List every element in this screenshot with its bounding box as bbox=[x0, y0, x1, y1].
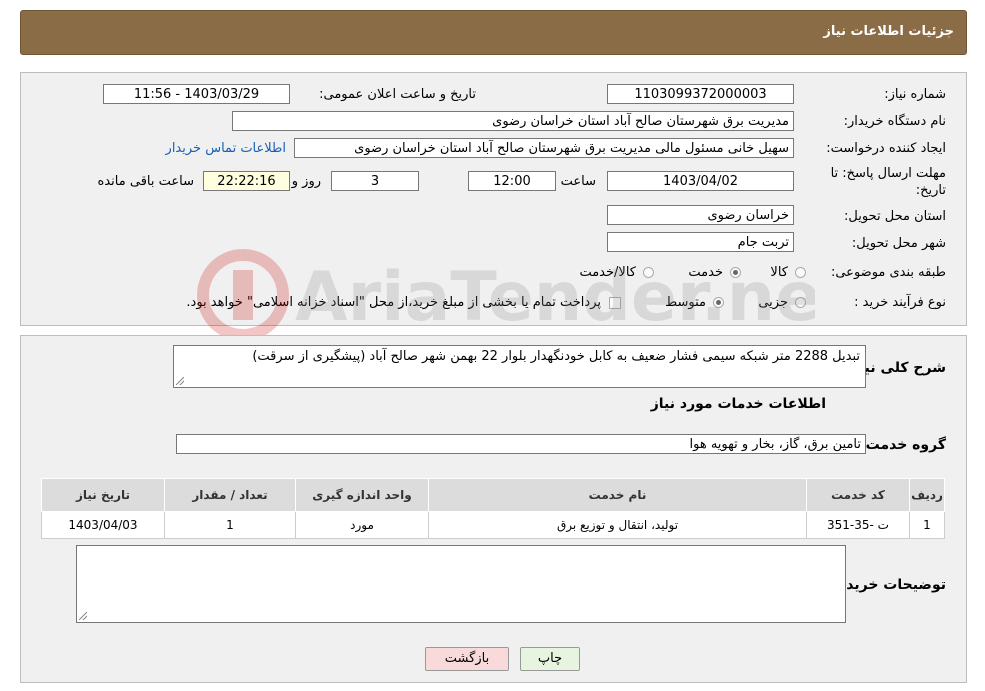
header-quantity: تعداد / مقدار bbox=[164, 478, 296, 512]
category-service-label: خدمت bbox=[688, 265, 723, 280]
category-radio-goods[interactable] bbox=[795, 267, 806, 278]
category-radio-service[interactable] bbox=[730, 267, 741, 278]
delivery-province-label: استان محل تحویل: bbox=[844, 209, 946, 224]
delivery-province-field[interactable]: خراسان رضوی bbox=[607, 205, 794, 225]
description-textarea[interactable]: تبدیل 2288 متر شبکه سیمی فشار ضعیف به کا… bbox=[173, 345, 866, 388]
resize-handle-icon[interactable] bbox=[176, 377, 184, 385]
category-goods-label: کالا bbox=[770, 265, 788, 280]
header-row-number: ردیف bbox=[909, 478, 945, 512]
service-group-field[interactable]: تامین برق، گاز، بخار و تهویه هوا bbox=[176, 434, 866, 454]
cell-quantity: 1 bbox=[164, 511, 296, 539]
deadline-time-field[interactable]: 12:00 bbox=[468, 171, 556, 191]
header-service-code: کد خدمت bbox=[806, 478, 910, 512]
treasury-bonds-checkbox[interactable] bbox=[609, 297, 621, 309]
announce-datetime-label: تاریخ و ساعت اعلان عمومی: bbox=[319, 87, 476, 102]
cell-need-date: 1403/04/03 bbox=[41, 511, 165, 539]
requester-field[interactable]: سهیل خانی مسئول مالی مدیریت برق شهرستان … bbox=[294, 138, 794, 158]
page-header: جزئیات اطلاعات نیاز bbox=[20, 10, 967, 55]
deadline-time-label: ساعت bbox=[560, 174, 596, 189]
need-info-panel: شماره نیاز: 1103099372000003 تاریخ و ساع… bbox=[20, 72, 967, 326]
requester-label: ایجاد کننده درخواست: bbox=[826, 141, 946, 156]
resize-handle-icon[interactable] bbox=[79, 612, 87, 620]
announce-datetime-field[interactable]: 1403/03/29 - 11:56 bbox=[103, 84, 290, 104]
print-button[interactable]: چاپ bbox=[520, 647, 580, 671]
table-row: 1 ت -35-351 تولید، انتقال و توزیع برق مو… bbox=[41, 511, 945, 539]
deadline-date-field[interactable]: 1403/04/02 bbox=[607, 171, 794, 191]
services-section-title: اطلاعات خدمات مورد نیاز bbox=[650, 396, 826, 412]
table-header-row: ردیف کد خدمت نام خدمت واحد اندازه گیری ت… bbox=[41, 478, 945, 512]
delivery-city-field[interactable]: تربت جام bbox=[607, 232, 794, 252]
buyer-notes-textarea[interactable] bbox=[76, 545, 846, 623]
service-group-label: گروه خدمت: bbox=[860, 437, 946, 453]
days-remaining-field[interactable]: 3 bbox=[331, 171, 419, 191]
process-radio-medium[interactable] bbox=[713, 297, 724, 308]
cell-service-name: تولید، انتقال و توزیع برق bbox=[428, 511, 807, 539]
cell-service-code: ت -35-351 bbox=[806, 511, 910, 539]
cell-row-number: 1 bbox=[909, 511, 945, 539]
cell-unit: مورد bbox=[295, 511, 429, 539]
time-remaining-field[interactable]: 22:22:16 bbox=[203, 171, 290, 191]
buyer-contact-link[interactable]: اطلاعات تماس خریدار bbox=[166, 141, 286, 156]
time-remaining-label: ساعت باقی مانده bbox=[97, 174, 194, 189]
need-number-field[interactable]: 1103099372000003 bbox=[607, 84, 794, 104]
header-unit: واحد اندازه گیری bbox=[295, 478, 429, 512]
category-goods-service-label: کالا/خدمت bbox=[579, 265, 636, 280]
buyer-org-field[interactable]: مدیریت برق شهرستان صالح آباد استان خراسا… bbox=[232, 111, 794, 131]
back-button[interactable]: بازگشت bbox=[425, 647, 509, 671]
services-table: ردیف کد خدمت نام خدمت واحد اندازه گیری ت… bbox=[41, 478, 945, 539]
process-medium-label: متوسط bbox=[665, 295, 706, 310]
service-details-panel: شرح کلی نیاز: تبدیل 2288 متر شبکه سیمی ف… bbox=[20, 335, 967, 683]
deadline-label: مهلت ارسال پاسخ: تا تاریخ: bbox=[830, 166, 946, 198]
description-text: تبدیل 2288 متر شبکه سیمی فشار ضعیف به کا… bbox=[252, 349, 860, 364]
treasury-note: پرداخت تمام یا بخشی از مبلغ خرید،از محل … bbox=[186, 295, 601, 310]
category-radio-goods-service[interactable] bbox=[643, 267, 654, 278]
days-label: روز و bbox=[291, 174, 321, 189]
page-title: جزئیات اطلاعات نیاز bbox=[823, 24, 954, 39]
process-radio-minor[interactable] bbox=[795, 297, 806, 308]
buyer-org-label: نام دستگاه خریدار: bbox=[843, 114, 946, 129]
purchase-process-label: نوع فرآیند خرید : bbox=[854, 295, 946, 310]
header-service-name: نام خدمت bbox=[428, 478, 807, 512]
process-minor-label: جزیی bbox=[758, 295, 788, 310]
need-number-label: شماره نیاز: bbox=[884, 87, 946, 102]
delivery-city-label: شهر محل تحویل: bbox=[851, 236, 946, 251]
header-need-date: تاریخ نیاز bbox=[41, 478, 165, 512]
category-label: طبقه بندی موضوعی: bbox=[830, 265, 946, 280]
